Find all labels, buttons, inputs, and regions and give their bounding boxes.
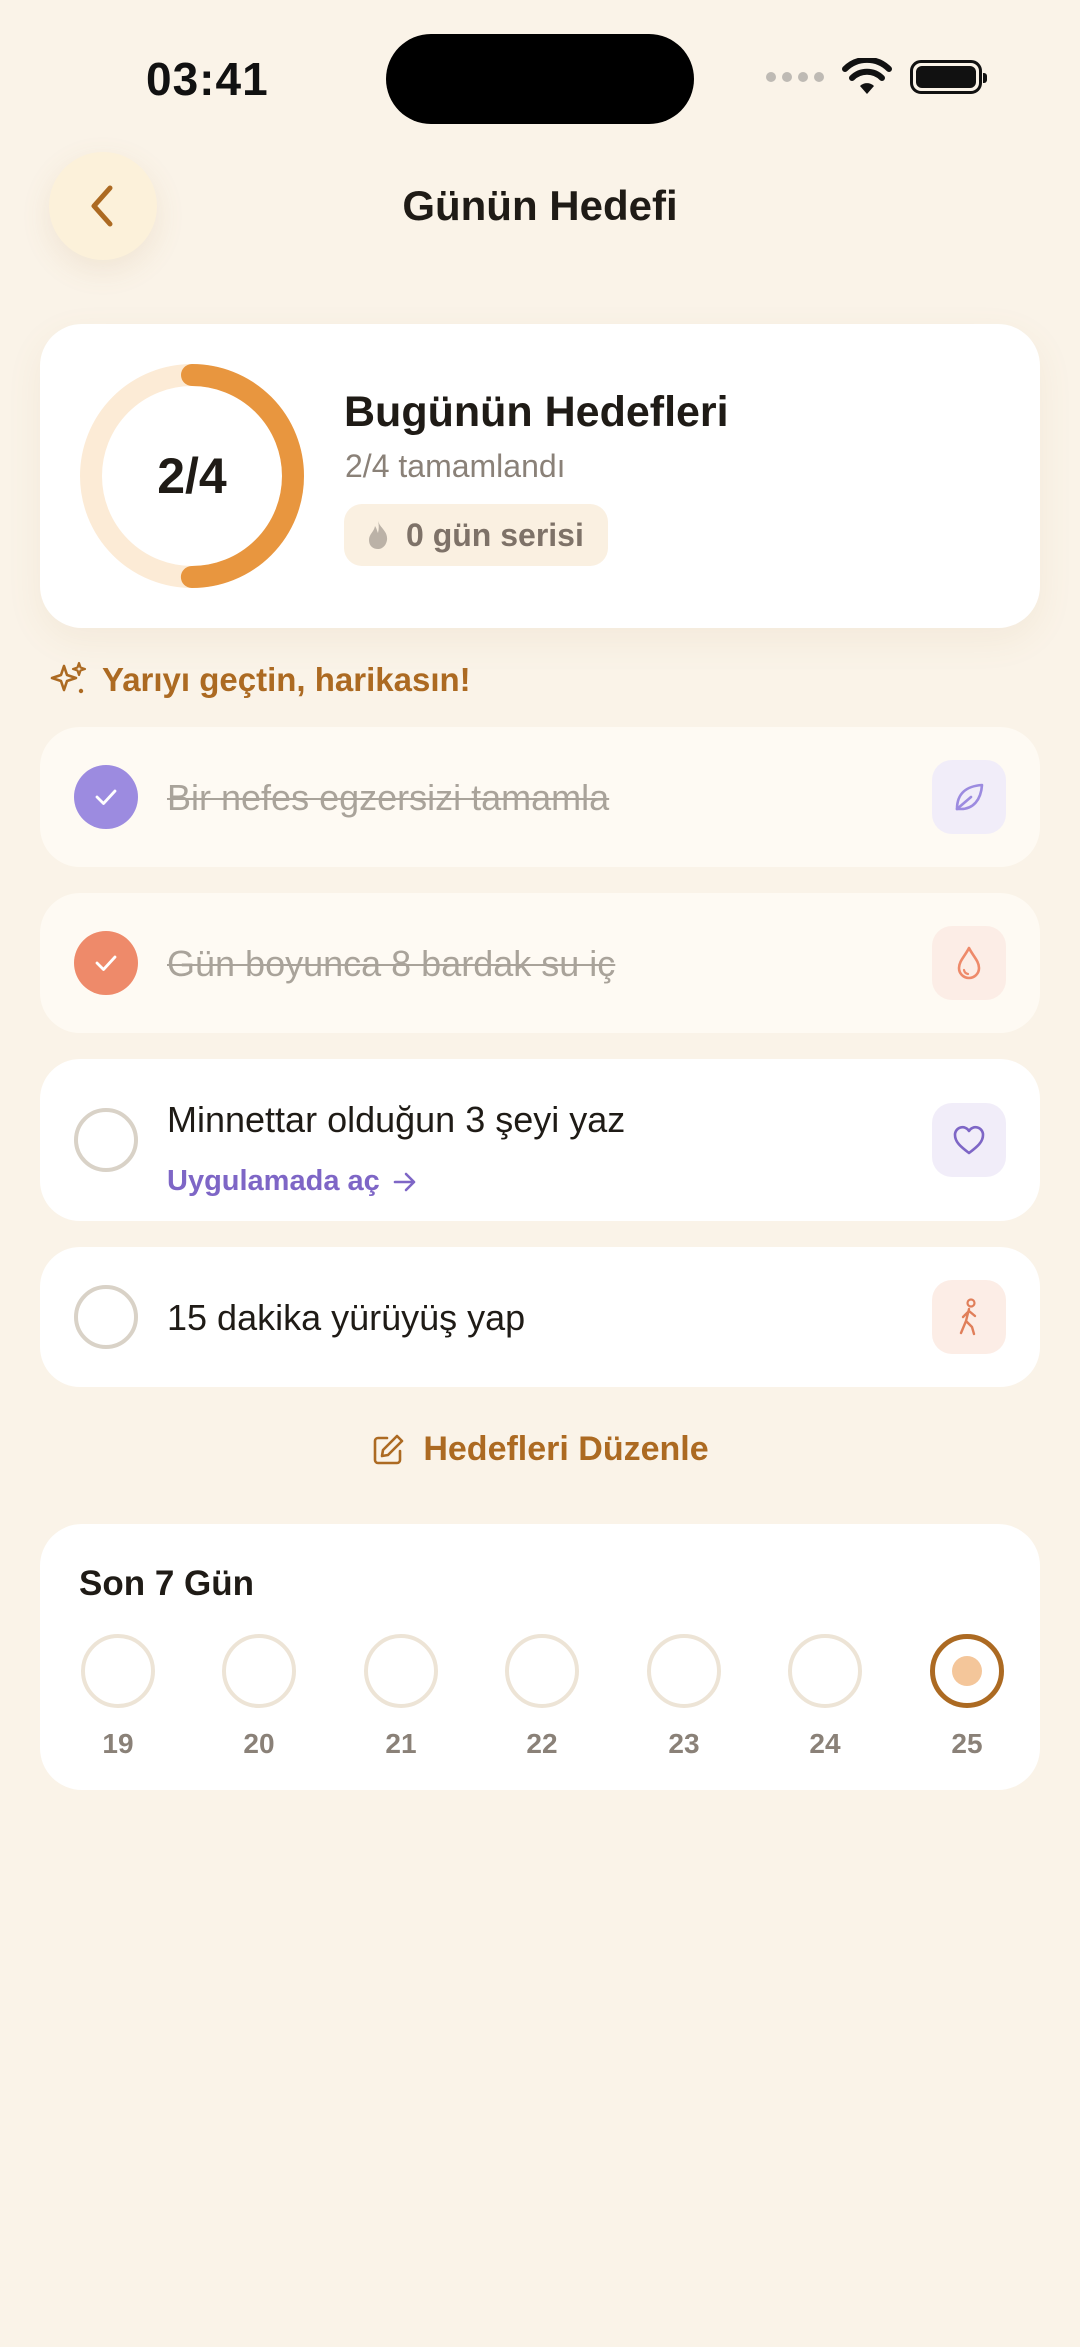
- goal-icon-badge: [932, 760, 1006, 834]
- walking-icon: [959, 1298, 977, 1336]
- goal-icon-badge: [932, 926, 1006, 1000]
- checkmark-icon: [95, 955, 117, 971]
- heart-icon: [953, 1125, 985, 1155]
- open-in-app-label: Uygulamada aç: [167, 1165, 380, 1197]
- goal-text: 15 dakika yürüyüş yap: [167, 1297, 526, 1338]
- day-number: 20: [243, 1728, 275, 1759]
- goal-icon-badge: [932, 1280, 1006, 1354]
- encouragement: Yarıyı geçtin, harikasın!: [48, 660, 471, 700]
- edit-goals-button[interactable]: Hedefleri Düzenle: [0, 1430, 1080, 1469]
- goal-icon-badge: [932, 1103, 1006, 1177]
- encouragement-text: Yarıyı geçtin, harikasın!: [102, 661, 471, 698]
- goal-checkbox-checked[interactable]: [74, 931, 138, 995]
- day-circle: [364, 1634, 438, 1708]
- goal-item-walk[interactable]: 15 dakika yürüyüş yap: [40, 1247, 1040, 1387]
- wifi-icon: [842, 58, 892, 94]
- leaf-icon: [955, 783, 984, 811]
- cellular-signal-icon: [766, 72, 824, 82]
- day-item[interactable]: 24: [787, 1634, 863, 1760]
- day-number: 21: [385, 1728, 417, 1759]
- goal-item-gratitude[interactable]: Minnettar olduğun 3 şeyi yaz Uygulamada …: [40, 1059, 1040, 1221]
- day-number: 24: [809, 1728, 841, 1759]
- status-time: 03:41: [146, 53, 269, 105]
- day-item[interactable]: 22: [504, 1634, 580, 1760]
- day-number: 23: [668, 1728, 700, 1759]
- goal-item-water[interactable]: Gün boyunca 8 bardak su iç: [40, 893, 1040, 1033]
- goal-checkbox-unchecked[interactable]: [74, 1285, 138, 1349]
- day-circle: [505, 1634, 579, 1708]
- edit-icon: [374, 1434, 404, 1464]
- day-item-today[interactable]: 25: [929, 1634, 1005, 1760]
- goal-text: Gün boyunca 8 bardak su iç: [167, 943, 616, 984]
- page-title: Günün Hedefi: [402, 182, 678, 229]
- streak-badge: 0 gün serisi: [344, 504, 608, 566]
- summary-subtitle: 2/4 tamamlandı: [345, 448, 566, 484]
- day-circle: [222, 1634, 296, 1708]
- streak-label: 0 gün serisi: [406, 516, 584, 553]
- day-item[interactable]: 20: [221, 1634, 297, 1760]
- goal-checkbox-checked[interactable]: [74, 765, 138, 829]
- dynamic-island: [386, 34, 694, 124]
- summary-title: Bugünün Hedefleri: [344, 388, 729, 436]
- edit-goals-label: Hedefleri Düzenle: [423, 1430, 709, 1468]
- checkmark-icon: [95, 789, 117, 805]
- goal-text: Minnettar olduğun 3 şeyi yaz: [167, 1099, 626, 1140]
- arrow-right-icon: [393, 1172, 416, 1191]
- day-item[interactable]: 23: [646, 1634, 722, 1760]
- day-item[interactable]: 19: [80, 1634, 156, 1760]
- water-drop-icon: [957, 946, 981, 980]
- status-indicators: [766, 58, 987, 96]
- week-card: Son 7 Gün 19 20 21 22 23 24 25: [40, 1524, 1040, 1790]
- battery-icon: [910, 60, 987, 94]
- today-dot: [952, 1656, 982, 1686]
- day-item[interactable]: 21: [363, 1634, 439, 1760]
- day-row: 19 20 21 22 23 24 25: [80, 1634, 1004, 1764]
- flame-icon: [369, 521, 388, 549]
- day-number: 25: [951, 1728, 983, 1759]
- goals-screen: 03:41 Günün Hedefi 2/4 Bugünün Hedefleri…: [0, 0, 1080, 2347]
- goal-text: Bir nefes egzersizi tamamla: [167, 777, 610, 818]
- day-number: 19: [102, 1728, 134, 1759]
- week-title: Son 7 Gün: [79, 1564, 254, 1603]
- day-circle-today: [930, 1634, 1004, 1708]
- day-number: 22: [526, 1728, 558, 1759]
- sparkles-icon: [50, 661, 87, 694]
- progress-label: 2/4: [157, 448, 227, 504]
- day-circle: [81, 1634, 155, 1708]
- summary-card: 2/4 Bugünün Hedefleri 2/4 tamamlandı 0 g…: [40, 324, 1040, 628]
- day-circle: [788, 1634, 862, 1708]
- open-in-app-link[interactable]: Uygulamada aç: [167, 1165, 418, 1198]
- goal-item-breathing[interactable]: Bir nefes egzersizi tamamla: [40, 727, 1040, 867]
- goal-checkbox-unchecked[interactable]: [74, 1108, 138, 1172]
- day-circle: [647, 1634, 721, 1708]
